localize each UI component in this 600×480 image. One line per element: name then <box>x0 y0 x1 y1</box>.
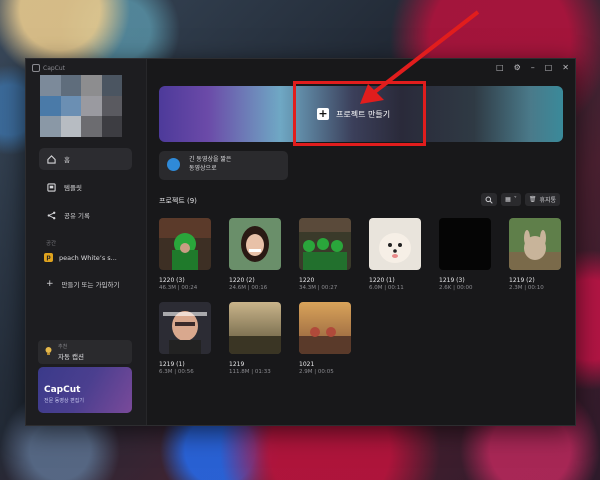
project-meta: 6.0M | 00:11 <box>369 285 404 291</box>
maximize-icon[interactable]: □ <box>545 64 553 72</box>
create-or-join-label: 만들기 또는 가입하기 <box>61 281 120 289</box>
project-card[interactable]: 1219 (2) 2.3M | 00:10 <box>509 218 561 291</box>
view-toggle-button[interactable]: ▦ ˅ <box>501 193 521 206</box>
trash-button[interactable]: 🗑 휴지통 <box>524 193 560 206</box>
projects-heading: 프로젝트 (9) <box>159 197 197 205</box>
promo-title: CapCut <box>44 385 81 395</box>
project-name: 1219 (1) <box>159 361 185 368</box>
minimize-icon[interactable]: – <box>531 64 535 72</box>
window-controls: □ ⚙ – □ ✕ <box>496 64 569 72</box>
project-card[interactable]: 1220 34.3M | 00:27 <box>299 218 351 291</box>
sidebar-item-label: 공유 기록 <box>64 212 90 220</box>
project-thumbnail <box>229 302 281 354</box>
settings-icon[interactable]: ⚙ <box>514 64 521 72</box>
sidebar-item-share-history[interactable]: 공유 기록 <box>39 204 132 226</box>
long-to-short-line1: 긴 동영상을 짧은 <box>189 156 232 163</box>
template-icon <box>47 182 56 192</box>
space-label: peach White’s s... <box>59 253 117 262</box>
long-to-short-icon <box>167 158 180 171</box>
search-icon <box>485 196 493 204</box>
share-icon <box>47 211 56 219</box>
create-or-join-button[interactable]: + 만들기 또는 가입하기 <box>46 279 120 289</box>
project-thumbnail <box>299 302 351 354</box>
project-meta: 2.6K | 00:00 <box>439 285 473 291</box>
feedback-icon[interactable]: □ <box>496 64 504 72</box>
project-name: 1220 (3) <box>159 277 185 284</box>
avatar[interactable] <box>40 75 122 137</box>
project-thumbnail <box>369 218 421 270</box>
project-card[interactable]: 1021 2.9M | 00:05 <box>299 302 351 375</box>
long-to-short-button[interactable]: 긴 동영상을 짧은 동영상으로 <box>159 151 288 180</box>
project-thumbnail <box>229 218 281 270</box>
new-project-button[interactable]: + 프로젝트 만들기 <box>317 108 390 120</box>
project-thumbnail <box>159 218 211 270</box>
sidebar-item-home[interactable]: 홈 <box>39 148 132 170</box>
space-section-label: 공간 <box>46 241 57 247</box>
recommend-tag: 추천 <box>58 344 68 350</box>
project-card[interactable]: 1219 (3) 2.6K | 00:00 <box>439 218 491 291</box>
project-card[interactable]: 1219 (1) 6.3M | 00:56 <box>159 302 211 375</box>
sidebar: CapCut 홈 템플릿 공유 기록 공간 p peach White’s s.… <box>26 59 147 425</box>
sidebar-item-space[interactable]: p peach White’s s... <box>44 253 117 262</box>
project-thumbnail <box>509 218 561 270</box>
search-button[interactable] <box>481 193 498 206</box>
trash-icon: 🗑 <box>528 196 537 203</box>
project-meta: 2.3M | 00:10 <box>509 285 544 291</box>
project-meta: 6.3M | 00:56 <box>159 369 194 375</box>
app-title: CapCut <box>43 64 66 72</box>
plus-icon: + <box>46 279 54 289</box>
grid-view-icon: ▦ <box>505 196 511 203</box>
project-card[interactable]: 1220 (1) 6.0M | 00:11 <box>369 218 421 291</box>
project-meta: 111.8M | 01:33 <box>229 369 271 375</box>
promo-subtitle: 전문 동영상 편집기 <box>44 398 84 404</box>
plus-icon: + <box>317 107 329 120</box>
app-logo: CapCut <box>32 64 65 72</box>
project-meta: 34.3M | 00:27 <box>299 285 338 291</box>
sidebar-item-label: 템플릿 <box>64 184 82 192</box>
project-tools: ▦ ˅ 🗑 휴지통 <box>481 193 560 206</box>
sidebar-item-templates[interactable]: 템플릿 <box>39 176 132 198</box>
capcut-window: CapCut 홈 템플릿 공유 기록 공간 p peach White’s s.… <box>25 58 576 426</box>
close-icon[interactable]: ✕ <box>562 64 569 72</box>
project-name: 1220 (2) <box>229 277 255 284</box>
sidebar-item-label: 홈 <box>64 156 70 164</box>
project-meta: 46.3M | 00:24 <box>159 285 198 291</box>
long-to-short-line2: 동영상으로 <box>189 165 217 172</box>
project-name: 1220 <box>299 277 315 284</box>
lightbulb-icon <box>45 347 52 355</box>
project-name: 1219 (2) <box>509 277 535 284</box>
project-meta: 2.9M | 00:05 <box>299 369 334 375</box>
project-meta: 24.6M | 00:16 <box>229 285 268 291</box>
project-name: 1220 (1) <box>369 277 395 284</box>
home-icon <box>47 154 56 164</box>
project-name: 1021 <box>299 361 315 368</box>
project-thumbnail <box>299 218 351 270</box>
recommend-card[interactable]: 추천 자동 캡션 <box>38 340 132 364</box>
chevron-down-icon: ˅ <box>513 196 517 203</box>
trash-label: 휴지통 <box>539 197 556 204</box>
project-card[interactable]: 1220 (2) 24.6M | 00:16 <box>229 218 281 291</box>
project-card[interactable]: 1220 (3) 46.3M | 00:24 <box>159 218 211 291</box>
project-card[interactable]: 1219 111.8M | 01:33 <box>229 302 281 375</box>
project-thumbnail <box>159 302 211 354</box>
new-project-label: 프로젝트 만들기 <box>336 109 391 119</box>
project-name: 1219 <box>229 361 245 368</box>
project-thumbnail <box>439 218 491 270</box>
project-name: 1219 (3) <box>439 277 465 284</box>
pro-promo-card[interactable]: CapCut 전문 동영상 편집기 <box>38 367 132 413</box>
capcut-logo-icon <box>32 64 40 72</box>
recommend-label: 자동 캡션 <box>58 353 84 361</box>
space-badge: p <box>44 253 53 262</box>
